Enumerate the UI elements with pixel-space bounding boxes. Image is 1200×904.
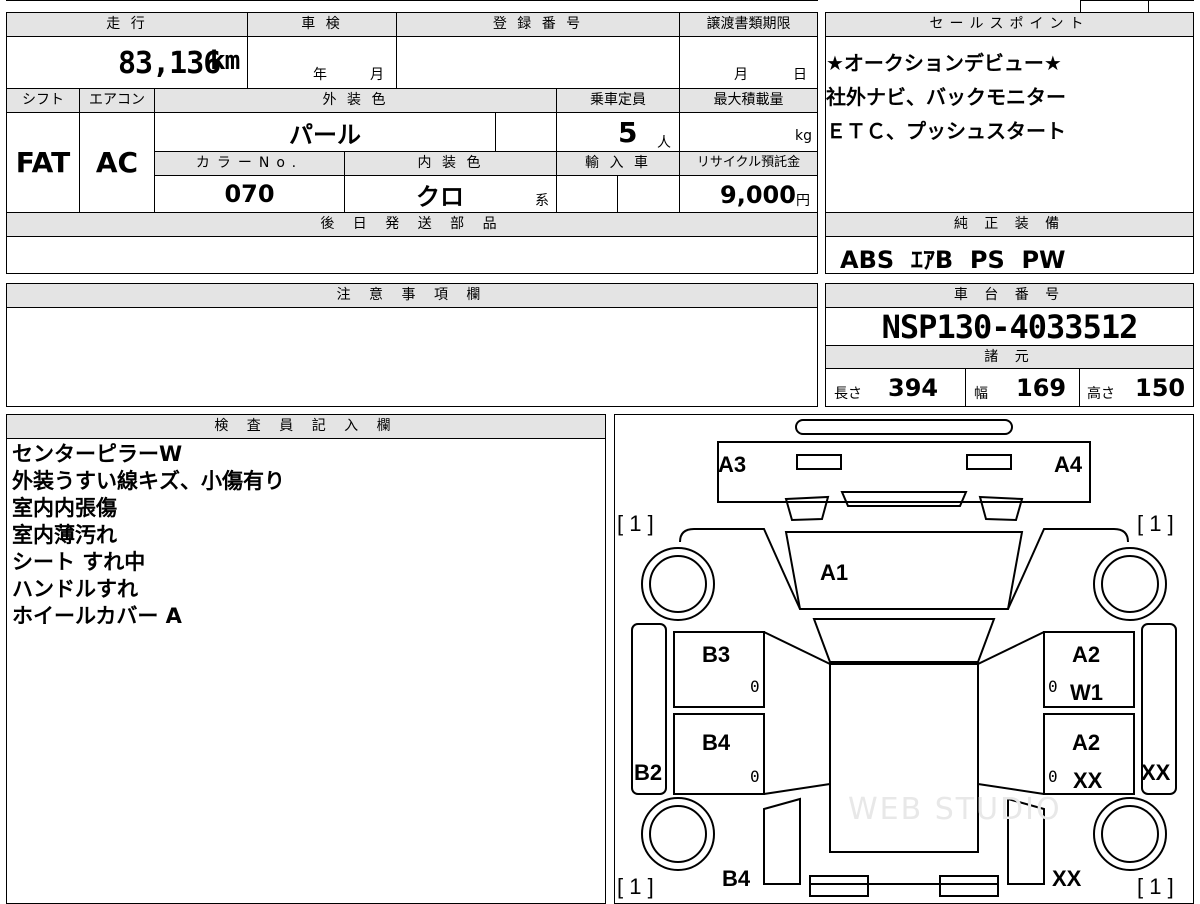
damage-mark-a2-top: A2 xyxy=(1072,642,1101,667)
chassis-number: NSP130-4033512 xyxy=(881,308,1139,345)
damage-mark-xx-mid: XX xyxy=(1073,768,1103,793)
notes-header: 注 意 事 項 欄 xyxy=(7,284,817,307)
panel-zero-mark: 0 xyxy=(1048,677,1058,696)
height-label: 高さ xyxy=(1087,386,1115,402)
transfer-header: 譲渡書類期限 xyxy=(680,13,817,36)
recycle-value: 9,000 xyxy=(720,181,796,209)
mileage-value: 83,136 xyxy=(118,46,221,81)
recycle-unit: 円 xyxy=(796,193,810,209)
tire-tread-bracket: [ 1 ] xyxy=(617,511,654,536)
damage-mark-b4-mid: B4 xyxy=(702,730,731,755)
sales-line: ＥＴＣ、プッシュスタート xyxy=(826,119,1066,143)
equipment-header: 純 正 装 備 xyxy=(826,213,1193,236)
interior-suffix: 系 xyxy=(535,193,549,209)
capacity-unit: 人 xyxy=(657,135,671,151)
chassis-header: 車 台 番 号 xyxy=(826,284,1193,307)
height-value: 150 xyxy=(1135,374,1186,402)
inspection-month: 月 xyxy=(370,67,384,83)
shift-value: FAT xyxy=(15,146,71,179)
later-parts-header: 後 日 発 送 部 品 xyxy=(7,213,817,236)
remark-line: ホイールカバー A xyxy=(12,604,182,628)
remark-line: 室内薄汚れ xyxy=(12,523,117,547)
damage-mark-a2-mid: A2 xyxy=(1072,730,1101,755)
watermark: WEB STUDIO xyxy=(848,792,1062,827)
damage-mark-a1: A1 xyxy=(820,560,849,585)
transfer-month: 月 xyxy=(734,67,748,83)
tire-tread-bracket: [ 1 ] xyxy=(1137,874,1174,899)
remark-line: シート すれ中 xyxy=(12,550,146,574)
damage-mark-xx-bottom: XX xyxy=(1052,866,1082,891)
sales-point-lines: ★オークションデビュー★ 社外ナビ、バックモニター ＥＴＣ、プッシュスタート xyxy=(826,46,1066,148)
inspector-header: 検 査 員 記 入 欄 xyxy=(7,415,605,438)
exterior-header: 外 装 色 xyxy=(155,89,556,112)
load-header: 最大積載量 xyxy=(680,89,817,112)
remark-line: 室内内張傷 xyxy=(12,496,117,520)
length-label: 長さ xyxy=(834,386,862,402)
length-value: 394 xyxy=(888,374,939,402)
width-label: 幅 xyxy=(974,386,988,402)
color-no-header: カラーNo. xyxy=(155,152,344,175)
remark-line: センターピラーW xyxy=(12,442,183,466)
remark-line: 外装うすい線キズ、小傷有り xyxy=(12,469,285,493)
exterior-value: パール xyxy=(289,120,361,149)
inspection-header: 車 検 xyxy=(248,13,396,36)
damage-mark-b4-bottom: B4 xyxy=(722,866,751,891)
width-value: 169 xyxy=(1016,374,1067,402)
color-no-value: 070 xyxy=(224,180,275,208)
shift-header: シフト xyxy=(7,89,79,112)
equipment-value: ABS ｴｱB PS PW xyxy=(840,246,1066,274)
panel-zero-mark: 0 xyxy=(1048,767,1058,786)
ac-value: AC xyxy=(95,146,139,179)
panel-zero-mark: 0 xyxy=(750,677,760,696)
damage-mark-a3: A3 xyxy=(718,452,747,477)
damage-mark-xx-right: XX xyxy=(1141,760,1171,785)
inspector-remarks: センターピラーW 外装うすい線キズ、小傷有り 室内内張傷 室内薄汚れ シート す… xyxy=(12,441,285,630)
tire-tread-bracket: [ 1 ] xyxy=(617,874,654,899)
spec-header: 諸 元 xyxy=(826,346,1193,368)
capacity-header: 乗車定員 xyxy=(557,89,679,112)
damage-mark-b3: B3 xyxy=(702,642,731,667)
import-header: 輸 入 車 xyxy=(557,152,679,175)
interior-header: 内 装 色 xyxy=(345,152,556,175)
capacity-value: 5 xyxy=(618,116,638,149)
ac-header: エアコン xyxy=(80,89,154,112)
sales-line: 社外ナビ、バックモニター xyxy=(826,85,1066,109)
damage-mark-a4: A4 xyxy=(1054,452,1083,477)
mileage-unit: km xyxy=(210,46,240,76)
inspection-year: 年 xyxy=(313,67,327,83)
panel-zero-mark: 0 xyxy=(750,767,760,786)
load-unit: kg xyxy=(795,128,812,144)
sales-line: ★オークションデビュー★ xyxy=(826,51,1062,75)
interior-value: クロ xyxy=(416,182,464,211)
registration-header: 登 録 番 号 xyxy=(397,13,679,36)
sales-point-header: セールスポイント xyxy=(826,13,1193,36)
damage-mark-w1: W1 xyxy=(1070,680,1103,705)
recycle-header: リサイクル預託金 xyxy=(680,152,817,175)
remark-line: ハンドルすれ xyxy=(12,577,138,601)
car-outline xyxy=(631,419,1177,897)
mileage-header: 走 行 xyxy=(7,13,247,36)
tire-tread-bracket: [ 1 ] xyxy=(1137,511,1174,536)
damage-mark-b2: B2 xyxy=(634,760,663,785)
transfer-day: 日 xyxy=(793,67,807,83)
